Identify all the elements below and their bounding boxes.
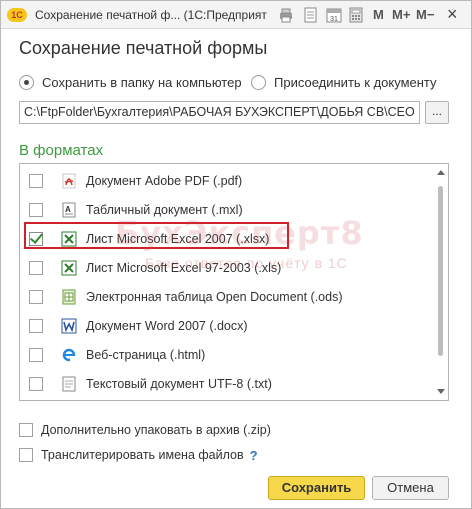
svg-text:31: 31 [330, 16, 338, 23]
format-checkbox[interactable] [29, 289, 43, 304]
format-checkbox[interactable] [29, 318, 43, 333]
ie-icon [61, 347, 77, 363]
format-checkbox[interactable] [29, 347, 43, 362]
option-zip[interactable]: Дополнительно упаковать в архив (.zip) [19, 421, 271, 439]
svg-text:A: A [65, 205, 71, 214]
list-item[interactable]: Веб-страница (.html) [20, 340, 432, 369]
format-checkbox[interactable] [29, 173, 43, 188]
zip-label: Дополнительно упаковать в архив (.zip) [41, 423, 271, 437]
format-label: Электронная таблица Open Document (.ods) [86, 289, 343, 304]
1c-logo-icon: 1С [7, 8, 27, 22]
translit-label: Транслитерировать имена файлов [41, 448, 244, 462]
radio-button-selected[interactable] [19, 74, 34, 90]
format-checkbox[interactable] [29, 376, 43, 391]
save-button[interactable]: Сохранить [268, 476, 365, 500]
folder-path-input[interactable]: C:\FtpFolder\Бухгалтерия\РАБОЧАЯ БУХЭКСП… [19, 101, 420, 124]
list-item[interactable]: Документ Word 2007 (.docx) [20, 311, 432, 340]
format-checkbox[interactable] [29, 260, 43, 275]
watermark-subtitle: База ответов по учёту в 1С [145, 255, 348, 271]
scroll-down-arrow-icon[interactable] [437, 389, 445, 394]
list-item[interactable]: Электронная таблица Open Document (.ods) [20, 282, 432, 311]
list-scrollbar[interactable] [434, 164, 448, 400]
format-label: Текстовый документ UTF-8 (.txt) [86, 376, 272, 391]
format-checkbox[interactable] [29, 202, 43, 217]
formats-section-title: В форматах [19, 142, 104, 159]
list-item[interactable]: Текстовый документ UTF-8 (.txt) [20, 369, 432, 398]
radio-attach-label: Присоединить к документу [274, 74, 437, 90]
format-label: Документ Adobe PDF (.pdf) [86, 173, 243, 188]
txt-icon [61, 376, 77, 392]
save-print-form-window: 1С Сохранение печатной ф... (1С:Предприя… [0, 0, 472, 509]
pdf-icon [61, 173, 77, 189]
radio-save-to-folder-label: Сохранить в папку на компьютер [42, 74, 242, 90]
translit-checkbox[interactable] [19, 448, 33, 462]
formats-list: Документ Adobe PDF (.pdf) A Табличный до… [19, 163, 449, 401]
mxl-icon: A [61, 202, 77, 218]
title-bar: 1С Сохранение печатной ф... (1С:Предприя… [1, 1, 471, 29]
radio-attach-to-document[interactable]: Присоединить к документу [251, 73, 437, 91]
watermark-logo: БухЭксперт8 [115, 214, 364, 252]
print-icon[interactable] [277, 6, 295, 24]
calendar-icon[interactable]: 31 [325, 6, 343, 24]
format-label: Веб-страница (.html) [86, 347, 206, 362]
memory-button[interactable]: M [373, 7, 384, 22]
browse-folder-button[interactable]: ... [425, 101, 449, 124]
help-icon[interactable]: ? [250, 448, 258, 463]
close-button[interactable]: × [447, 4, 458, 25]
option-translit[interactable]: Транслитерировать имена файлов ? [19, 446, 258, 464]
window-title: Сохранение печатной ф... (1С:Предприятие… [35, 8, 267, 22]
dialog-title: Сохранение печатной формы [19, 38, 268, 58]
memory-plus-button[interactable]: M+ [392, 7, 410, 22]
document-icon[interactable] [302, 6, 320, 24]
cancel-button[interactable]: Отмена [372, 476, 449, 500]
zip-checkbox[interactable] [19, 423, 33, 437]
ods-icon [61, 289, 77, 305]
calculator-icon[interactable] [347, 6, 365, 24]
scroll-up-arrow-icon[interactable] [437, 170, 445, 175]
list-item[interactable]: Документ Adobe PDF (.pdf) [20, 166, 432, 195]
radio-button[interactable] [251, 74, 266, 90]
scroll-thumb[interactable] [438, 186, 443, 356]
radio-save-to-folder[interactable]: Сохранить в папку на компьютер [19, 73, 242, 91]
memory-minus-button[interactable]: M− [416, 7, 434, 22]
excel-icon [61, 260, 77, 276]
word-icon [61, 318, 77, 334]
format-label: Документ Word 2007 (.docx) [86, 318, 248, 333]
